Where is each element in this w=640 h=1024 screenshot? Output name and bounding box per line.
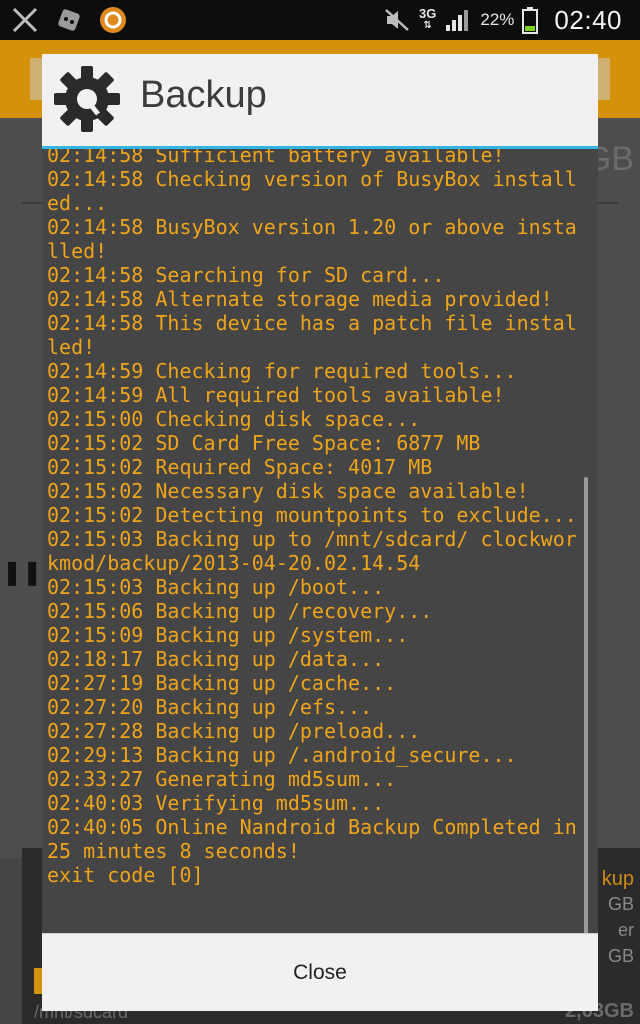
clock: 02:40 bbox=[554, 4, 622, 35]
log-line: 02:14:58 Checking version of BusyBox ins… bbox=[47, 167, 577, 215]
backup-log-panel[interactable]: 02:14:58 Sufficient battery available! 02… bbox=[42, 149, 598, 933]
background-label: GB bbox=[607, 946, 634, 966]
log-line: 02:14:59 All required tools available! bbox=[47, 383, 505, 407]
log-line: 02:15:02 Required Space: 4017 MB bbox=[47, 455, 433, 479]
close-x-icon bbox=[12, 7, 38, 33]
log-line: 02:18:17 Backing up /data... bbox=[47, 647, 385, 671]
log-scrollbar[interactable] bbox=[584, 477, 588, 933]
gear-icon bbox=[54, 66, 120, 132]
backup-log: 02:14:58 Sufficient battery available! 02… bbox=[47, 149, 587, 887]
background-label: kup bbox=[601, 868, 634, 890]
notification-area bbox=[10, 4, 128, 36]
log-line: 02:27:28 Backing up /preload... bbox=[47, 719, 421, 743]
dialog-title-bar: Backup bbox=[42, 54, 598, 149]
signal-icon bbox=[446, 10, 469, 31]
log-line: 02:40:03 Verifying md5sum... bbox=[47, 791, 385, 815]
background-label: er bbox=[617, 920, 634, 940]
log-line: 02:15:02 SD Card Free Space: 6877 MB bbox=[47, 431, 481, 455]
app-notification-icon bbox=[58, 9, 80, 31]
log-line: 02:15:09 Backing up /system... bbox=[47, 623, 409, 647]
log-line: 02:15:00 Checking disk space... bbox=[47, 407, 421, 431]
close-button[interactable]: Close bbox=[42, 934, 598, 1011]
log-line: 02:15:06 Backing up /recovery... bbox=[47, 599, 433, 623]
background-indicator bbox=[34, 968, 42, 994]
system-indicators: 3G ⇅ 22% 02:40 bbox=[383, 0, 622, 40]
backup-dialog: Backup 02:14:58 Sufficient battery avail… bbox=[42, 54, 598, 1011]
log-line: 02:33:27 Generating md5sum... bbox=[47, 767, 397, 791]
log-line: exit code [0] bbox=[47, 863, 204, 887]
log-line: 02:15:02 Necessary disk space available! bbox=[47, 479, 529, 503]
battery-percent: 22% bbox=[480, 10, 515, 29]
log-line: 02:14:58 Sufficient battery available! bbox=[47, 149, 505, 167]
log-line: 02:15:03 Backing up /boot... bbox=[47, 575, 385, 599]
log-line: 02:40:05 Online Nandroid Backup Complete… bbox=[47, 815, 589, 863]
log-line: 02:14:58 This device has a patch file in… bbox=[47, 311, 577, 359]
log-line: 02:15:02 Detecting mountpoints to exclud… bbox=[47, 503, 577, 527]
mute-icon bbox=[385, 9, 409, 31]
log-line: 02:14:59 Checking for required tools... bbox=[47, 359, 517, 383]
log-line: 02:14:58 Alternate storage media provide… bbox=[47, 287, 553, 311]
dialog-footer: Close bbox=[42, 933, 598, 1011]
log-line: 02:27:19 Backing up /cache... bbox=[47, 671, 397, 695]
dialog-title: Backup bbox=[140, 74, 267, 116]
log-line: 02:27:20 Backing up /efs... bbox=[47, 695, 373, 719]
battery-icon bbox=[522, 7, 539, 34]
log-line: 02:29:13 Backing up /.android_secure... bbox=[47, 743, 517, 767]
background-label: GB bbox=[607, 894, 634, 914]
log-line: 02:14:58 BusyBox version 1.20 or above i… bbox=[47, 215, 577, 263]
app-circle-icon bbox=[100, 7, 126, 33]
pause-icon: ❚❚ bbox=[2, 559, 43, 586]
status-bar: 3G ⇅ 22% 02:40 bbox=[0, 0, 640, 40]
log-line: 02:14:58 Searching for SD card... bbox=[47, 263, 445, 287]
network-type: 3G ⇅ bbox=[419, 6, 437, 31]
log-line: 02:15:03 Backing up to /mnt/sdcard/ cloc… bbox=[47, 527, 577, 575]
